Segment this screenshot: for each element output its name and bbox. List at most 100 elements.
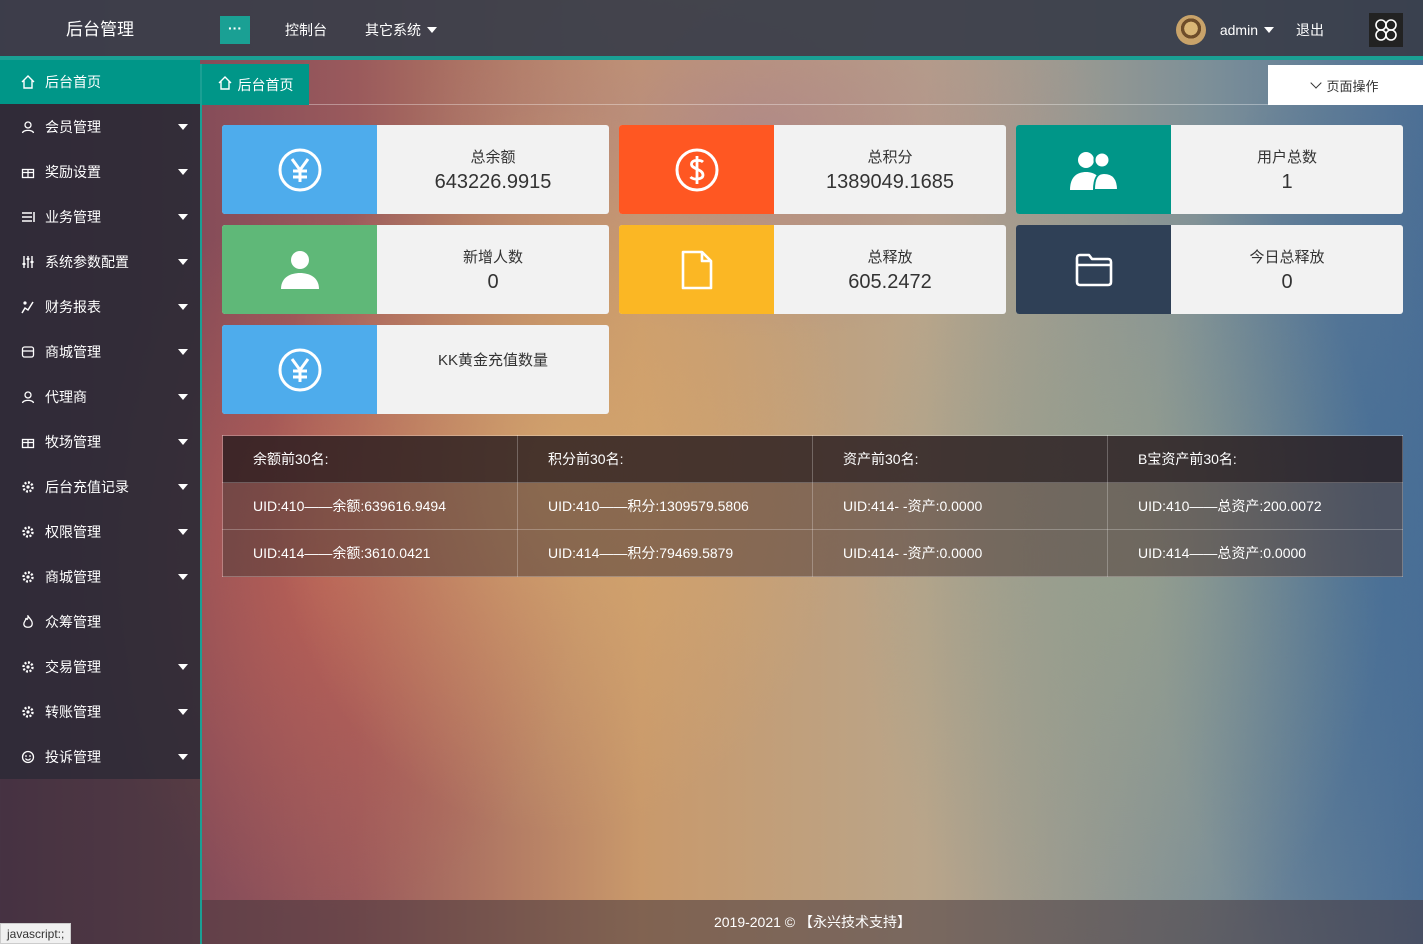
smile-icon xyxy=(20,749,36,765)
table-cell: UID:410——积分:1309579.5806 xyxy=(517,482,813,530)
stat-label: 总释放 xyxy=(867,248,913,266)
table-header-cell: 余额前30名: xyxy=(222,435,518,483)
sidebar: 后台首页 会员管理 奖励设置 业务管理 系统参数配置 财务报表 商城管理 代理商… xyxy=(0,60,200,944)
stat-info: 总积分 1389049.1685 xyxy=(774,125,1006,214)
sidebar-item-transfers[interactable]: 转账管理 xyxy=(0,689,200,734)
gift-icon xyxy=(20,434,36,450)
table-cell: UID:410——总资产:200.0072 xyxy=(1107,482,1403,530)
stat-card-total-points: 总积分 1389049.1685 xyxy=(619,125,1006,214)
sidebar-item-home[interactable]: 后台首页 xyxy=(0,60,200,104)
logout-link[interactable]: 退出 xyxy=(1296,20,1324,40)
table-header-row: 余额前30名: 积分前30名: 资产前30名: B宝资产前30名: xyxy=(222,435,1403,483)
sidebar-item-complaints[interactable]: 投诉管理 xyxy=(0,734,200,779)
stat-icon-box xyxy=(222,325,377,414)
file-icon xyxy=(681,250,712,289)
sidebar-item-rewards[interactable]: 奖励设置 xyxy=(0,149,200,194)
home-icon xyxy=(218,76,232,93)
table-row: UID:410——余额:639616.9494 UID:410——积分:1309… xyxy=(222,482,1403,530)
tab-bar: 后台首页 页面操作 xyxy=(202,64,1423,105)
stat-info: 总释放 605.2472 xyxy=(774,225,1006,314)
chevron-down-icon xyxy=(178,709,188,715)
dollar-icon xyxy=(675,148,718,191)
stat-label: 总余额 xyxy=(470,148,516,166)
stat-icon-box xyxy=(222,225,377,314)
table-cell: UID:414——积分:79469.5879 xyxy=(517,529,813,577)
tab-home[interactable]: 后台首页 xyxy=(202,64,309,105)
sidebar-item-finance[interactable]: 财务报表 xyxy=(0,284,200,329)
sidebar-item-mall-2[interactable]: 商城管理 xyxy=(0,554,200,599)
gift-icon xyxy=(20,164,36,180)
gear-icon xyxy=(20,479,36,495)
table-cell: UID:410——余额:639616.9494 xyxy=(222,482,518,530)
flower-logo-icon[interactable] xyxy=(1369,13,1403,47)
sidebar-item-trading[interactable]: 交易管理 xyxy=(0,644,200,689)
stat-icon-box xyxy=(619,225,774,314)
gear-icon xyxy=(20,524,36,540)
brand-title: 后台管理 xyxy=(66,20,134,39)
top-nav: 控制台 其它系统 xyxy=(285,0,475,60)
chevron-down-icon xyxy=(427,27,437,33)
stat-value: 643226.9915 xyxy=(434,170,552,193)
table-header-cell: 积分前30名: xyxy=(517,435,813,483)
yen-icon xyxy=(278,148,321,191)
gear-icon xyxy=(20,659,36,675)
stat-icon-box xyxy=(619,125,774,214)
sidebar-divider xyxy=(200,64,202,944)
stat-card-new-users: 新增人数 0 xyxy=(222,225,609,314)
sidebar-item-agents[interactable]: 代理商 xyxy=(0,374,200,419)
chevron-down-icon xyxy=(1264,27,1274,33)
page-operations-button[interactable]: 页面操作 xyxy=(1268,65,1423,105)
chevron-down-icon xyxy=(178,169,188,175)
chevron-down-icon xyxy=(178,439,188,445)
stat-card-total-balance: 总余额 643226.9915 xyxy=(222,125,609,214)
user-area: admin 退出 xyxy=(1175,0,1423,60)
users-icon xyxy=(1069,151,1119,191)
menu-toggle-button[interactable]: ··· xyxy=(220,16,250,44)
browser-status-bar: javascript:; xyxy=(0,923,72,944)
sidebar-item-ranch[interactable]: 牧场管理 xyxy=(0,419,200,464)
chevron-down-icon xyxy=(178,754,188,760)
stat-value: 605.2472 xyxy=(848,270,932,293)
chevron-down-icon xyxy=(178,304,188,310)
ranking-table: 余额前30名: 积分前30名: 资产前30名: B宝资产前30名: UID:41… xyxy=(222,435,1403,577)
sidebar-item-crowdfunding[interactable]: 众筹管理 xyxy=(0,599,200,644)
stat-info: 今日总释放 0 xyxy=(1171,225,1403,314)
sidebar-item-business[interactable]: 业务管理 xyxy=(0,194,200,239)
sidebar-item-members[interactable]: 会员管理 xyxy=(0,104,200,149)
stat-label: 今日总释放 xyxy=(1249,248,1325,266)
fire-icon xyxy=(20,614,36,630)
footer: 2019-2021 © 【永兴技术支持】 xyxy=(202,900,1423,944)
nav-other-systems[interactable]: 其它系统 xyxy=(365,20,437,40)
chart-icon xyxy=(20,299,36,315)
stat-label: 总积分 xyxy=(867,148,913,166)
sidebar-item-system-params[interactable]: 系统参数配置 xyxy=(0,239,200,284)
user-icon xyxy=(20,389,36,405)
sliders-icon xyxy=(20,254,36,270)
table-header-cell: 资产前30名: xyxy=(812,435,1108,483)
sidebar-item-recharge-records[interactable]: 后台充值记录 xyxy=(0,464,200,509)
list-icon xyxy=(20,209,36,225)
home-icon xyxy=(20,74,36,90)
store-icon xyxy=(20,344,36,360)
table-cell: UID:414——余额:3610.0421 xyxy=(222,529,518,577)
table-cell: UID:414- -资产:0.0000 xyxy=(812,529,1108,577)
nav-console[interactable]: 控制台 xyxy=(285,20,327,40)
chevron-down-icon xyxy=(178,484,188,490)
stat-value: 0 xyxy=(1281,270,1293,293)
user-icon xyxy=(20,119,36,135)
chevron-down-icon xyxy=(178,394,188,400)
stat-label: 新增人数 xyxy=(462,248,523,266)
stat-icon-box xyxy=(1016,125,1171,214)
chevron-down-icon xyxy=(178,349,188,355)
sidebar-item-mall[interactable]: 商城管理 xyxy=(0,329,200,374)
chevron-down-icon xyxy=(178,124,188,130)
stat-info: KK黄金充值数量 xyxy=(377,325,609,414)
top-header: 后台管理 ··· 控制台 其它系统 admin 退出 xyxy=(0,0,1423,60)
stat-info: 新增人数 0 xyxy=(377,225,609,314)
stat-icon-box xyxy=(1016,225,1171,314)
avatar[interactable] xyxy=(1175,15,1206,45)
user-menu[interactable]: admin xyxy=(1220,22,1274,38)
stat-value: 0 xyxy=(487,270,499,293)
sidebar-item-permissions[interactable]: 权限管理 xyxy=(0,509,200,554)
stat-label: KK黄金充值数量 xyxy=(437,352,548,369)
